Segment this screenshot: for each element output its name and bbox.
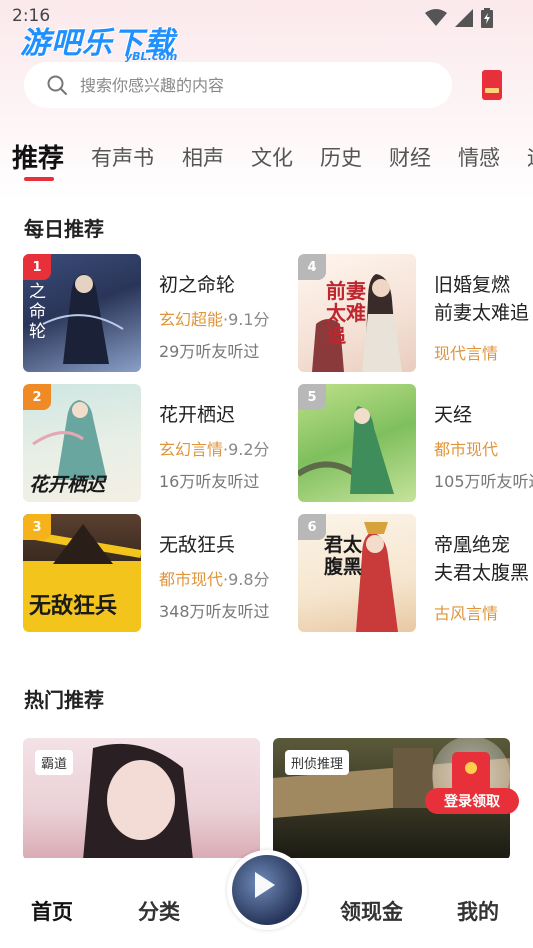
status-icons [425, 8, 493, 28]
tab-crosstalk[interactable]: 相声 [182, 142, 224, 172]
tab-more[interactable]: 运 [527, 142, 533, 172]
book-score: ·9.8分 [223, 570, 270, 589]
nav-category[interactable]: 分类 [138, 896, 180, 926]
hot-book-card[interactable]: 霸道 [23, 738, 260, 860]
daily-book-item[interactable]: 君太腹黑 6 帝凰绝宠 夫君太腹黑 古风言情 [298, 514, 533, 634]
book-meta: 现代言情 [434, 340, 533, 364]
book-cover: 之命轮 1 [23, 254, 141, 372]
tab-audiobook[interactable]: 有声书 [91, 142, 154, 172]
book-genre: 都市现代 [159, 570, 224, 589]
book-genre: 玄幻言情 [159, 440, 224, 459]
book-cover: 君太腹黑 6 [298, 514, 416, 632]
book-title: 旧婚复燃 [434, 274, 511, 296]
book-title: 初之命轮 [159, 274, 236, 296]
cover-title: 前妻太难追 [326, 279, 366, 347]
book-genre: 古风言情 [434, 604, 499, 623]
book-genre: 玄幻超能 [159, 310, 224, 329]
rank-badge: 2 [23, 384, 51, 410]
rank-badge: 4 [298, 254, 326, 280]
category-tabs: 推荐 有声书 相声 文化 历史 财经 情感 运 [0, 130, 533, 186]
cover-title: 无敌狂兵 [29, 593, 118, 619]
book-title: 帝凰绝宠 [434, 534, 511, 556]
tab-emotion[interactable]: 情感 [458, 142, 500, 172]
book-title: 无敌狂兵 [159, 534, 236, 556]
book-meta: 古风言情 [434, 600, 533, 624]
rank-badge: 1 [23, 254, 51, 280]
hot-card-tag: 霸道 [35, 750, 74, 775]
book-title: 花开栖迟 [159, 404, 236, 426]
login-reward-button[interactable]: 登录领取 [425, 788, 519, 814]
daily-book-item[interactable]: 无敌狂兵 3 无敌狂兵 都市现代·9.8分 348万听友听过 [23, 514, 293, 634]
search-icon [47, 75, 67, 95]
book-listeners: 348万听友听过 [159, 602, 270, 621]
book-cover: 5 [298, 384, 416, 502]
search-bar[interactable] [24, 62, 452, 108]
active-tab-indicator [24, 177, 54, 181]
book-cover: 无敌狂兵 3 [23, 514, 141, 632]
tab-history[interactable]: 历史 [320, 142, 362, 172]
book-cover: 前妻太难追 4 [298, 254, 416, 372]
site-logo: 游吧乐下载 yBL.com [20, 18, 190, 63]
book-score: ·9.2分 [223, 440, 270, 459]
battery-icon [481, 8, 493, 28]
signal-icon [455, 9, 473, 27]
cover-title: 花开栖迟 [29, 474, 106, 496]
now-playing-button[interactable] [227, 850, 307, 930]
book-genre: 都市现代 [434, 440, 499, 459]
nav-cash[interactable]: 领现金 [340, 896, 403, 926]
book-meta: 都市现代·9.8分 [159, 566, 293, 590]
hot-section-title: 热门推荐 [24, 688, 104, 712]
daily-section-title: 每日推荐 [24, 217, 104, 241]
book-listeners: 105万听友听过 [434, 472, 533, 491]
book-meta: 玄幻超能·9.1分 [159, 306, 293, 330]
book-meta: 玄幻言情·9.2分 [159, 436, 293, 460]
rank-badge: 6 [298, 514, 326, 540]
book-cover: 花开栖迟 2 [23, 384, 141, 502]
nav-mine[interactable]: 我的 [457, 896, 499, 926]
tab-culture[interactable]: 文化 [251, 142, 293, 172]
rank-badge: 5 [298, 384, 326, 410]
red-packet-icon[interactable] [482, 70, 502, 100]
daily-book-item[interactable]: 前妻太难追 4 旧婚复燃 前妻太难追 现代言情 [298, 254, 533, 374]
book-genre: 现代言情 [434, 344, 499, 363]
tab-finance[interactable]: 财经 [389, 142, 431, 172]
wifi-icon [425, 9, 447, 26]
book-meta: 都市现代 [434, 436, 533, 460]
nav-home[interactable]: 首页 [31, 896, 73, 926]
tab-recommend[interactable]: 推荐 [12, 138, 64, 175]
book-title-line2: 夫君太腹黑 [434, 562, 530, 584]
daily-book-item[interactable]: 5 天经 都市现代 105万听友听过 [298, 384, 533, 504]
book-title: 天经 [434, 404, 473, 426]
search-input[interactable] [80, 62, 440, 108]
book-listeners: 29万听友听过 [159, 342, 260, 361]
book-title-line2: 前妻太难追 [434, 302, 530, 324]
cover-title: 之命轮 [29, 282, 46, 342]
play-icon [255, 872, 275, 898]
book-listeners: 16万听友听过 [159, 472, 260, 491]
daily-book-item[interactable]: 花开栖迟 2 花开栖迟 玄幻言情·9.2分 16万听友听过 [23, 384, 293, 504]
hot-card-tag: 刑侦推理 [285, 750, 350, 775]
red-packet-gift-icon[interactable] [452, 752, 490, 792]
daily-book-item[interactable]: 之命轮 1 初之命轮 玄幻超能·9.1分 29万听友听过 [23, 254, 293, 374]
book-score: ·9.1分 [223, 310, 270, 329]
rank-badge: 3 [23, 514, 51, 540]
cover-title: 君太腹黑 [324, 534, 363, 578]
